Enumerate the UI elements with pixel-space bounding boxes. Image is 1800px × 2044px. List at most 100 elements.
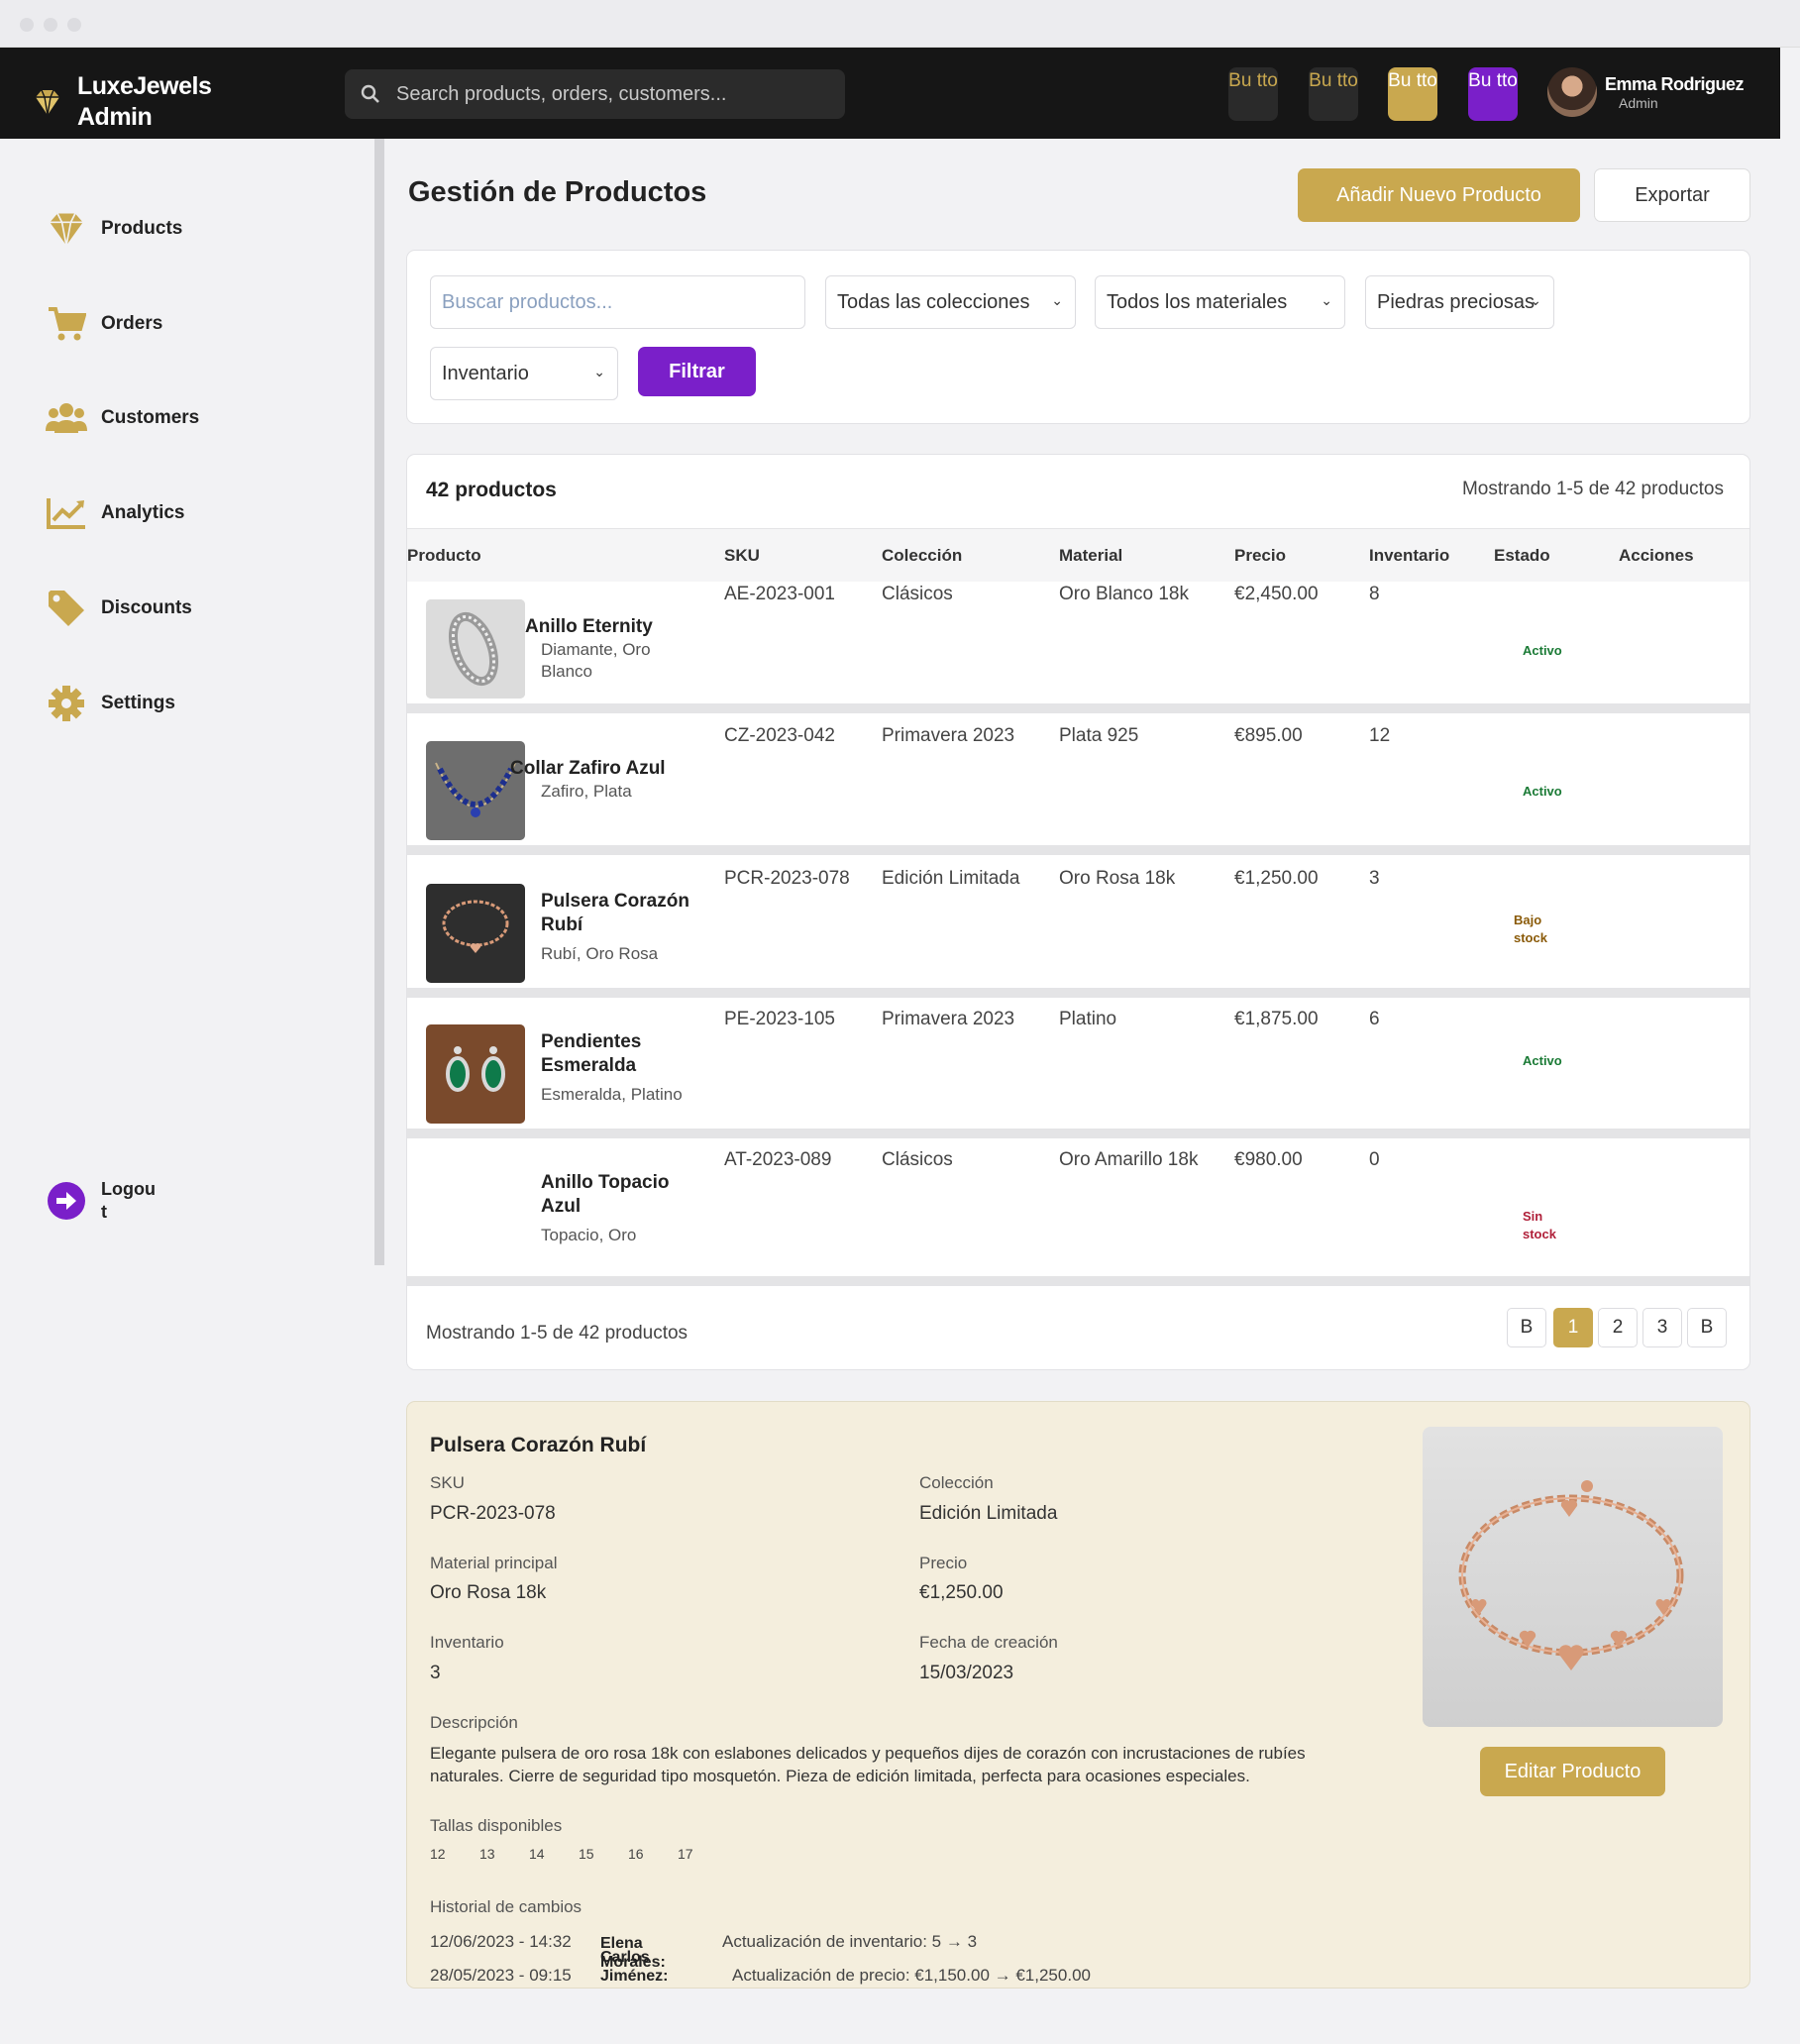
table-row[interactable]: Pendientes Esmeralda Esmeralda, Platino … xyxy=(407,1007,1749,1138)
chevron-down-icon: ⌄ xyxy=(1321,292,1332,308)
table-row[interactable]: Anillo Eternity Diamante, Oro Blanco AE-… xyxy=(407,582,1749,713)
product-material: Plata 925 xyxy=(1059,725,1139,746)
collection-select[interactable]: Todas las colecciones ⌄ xyxy=(825,275,1076,329)
product-name: Anillo Topacio Azul xyxy=(541,1172,670,1217)
detail-collection: Edición Limitada xyxy=(919,1503,1058,1524)
logout-icon xyxy=(46,1180,87,1222)
sidebar-item-products[interactable]: Products xyxy=(46,208,182,250)
sidebar-item-discounts[interactable]: Discounts xyxy=(46,588,192,629)
size-list: 12 13 14 15 16 17 xyxy=(430,1846,727,1862)
user-name: Emma Rodriguez xyxy=(1605,73,1745,94)
product-thumbnail-ring xyxy=(426,599,525,699)
maximize-window-dot[interactable] xyxy=(67,18,81,32)
history-date: 12/06/2023 - 14:32 xyxy=(430,1932,572,1951)
product-sku: AE-2023-001 xyxy=(724,584,835,604)
header-inventario[interactable]: Inventario xyxy=(1369,546,1449,566)
pagination-prev[interactable]: B xyxy=(1507,1308,1546,1347)
global-search[interactable] xyxy=(345,69,845,119)
size-option[interactable]: 14 xyxy=(529,1846,579,1862)
minimize-window-dot[interactable] xyxy=(44,18,57,32)
pagination-page-1[interactable]: 1 xyxy=(1553,1308,1593,1347)
product-price: €895.00 xyxy=(1234,725,1303,746)
size-option[interactable]: 12 xyxy=(430,1846,479,1862)
detail-price: €1,250.00 xyxy=(919,1582,1004,1603)
sidebar-item-analytics[interactable]: Analytics xyxy=(46,492,184,534)
table-row[interactable]: Anillo Topacio Azul Topacio, Oro AT-2023… xyxy=(407,1147,1749,1286)
detail-material: Oro Rosa 18k xyxy=(430,1582,547,1603)
close-window-dot[interactable] xyxy=(20,18,34,32)
product-inventory: 3 xyxy=(1369,868,1380,889)
product-search-input[interactable]: Buscar productos... xyxy=(430,275,805,329)
filters-panel: Buscar productos... Todas las coleccione… xyxy=(406,250,1750,424)
pagination-next[interactable]: B xyxy=(1687,1308,1727,1347)
detail-collection-label: Colección xyxy=(919,1473,994,1492)
chevron-down-icon: ⌄ xyxy=(593,364,605,379)
product-collection: Primavera 2023 xyxy=(882,725,1015,746)
product-price: €980.00 xyxy=(1234,1149,1303,1170)
table-row[interactable]: Collar Zafiro Azul Zafiro, Plata CZ-2023… xyxy=(407,723,1749,855)
table-row[interactable]: Pulsera Corazón Rubí Rubí, Oro Rosa PCR-… xyxy=(407,866,1749,998)
sidebar-item-settings[interactable]: Settings xyxy=(46,683,175,724)
product-material: Platino xyxy=(1059,1009,1117,1029)
inventory-select[interactable]: Inventario ⌄ xyxy=(430,347,618,400)
sidebar-item-customers[interactable]: Customers xyxy=(46,397,199,439)
sidebar-scrollbar[interactable] xyxy=(374,139,384,1265)
header-material[interactable]: Material xyxy=(1059,546,1122,566)
status-badge: Bajo stock xyxy=(1514,913,1547,945)
size-option[interactable]: 17 xyxy=(678,1846,727,1862)
header-producto[interactable]: Producto xyxy=(407,546,481,566)
toolbar-button-1[interactable]: Bu tto xyxy=(1228,67,1278,121)
product-price: €1,250.00 xyxy=(1234,868,1319,889)
sidebar-item-orders[interactable]: Orders xyxy=(46,303,162,345)
brand-logo[interactable]: LuxeJewels Admin xyxy=(30,71,216,133)
product-collection: Clásicos xyxy=(882,1149,953,1170)
size-option[interactable]: 16 xyxy=(628,1846,678,1862)
header-coleccion[interactable]: Colección xyxy=(882,546,962,566)
page-title: Gestión de Productos xyxy=(408,176,707,208)
collection-select-value: Todas las colecciones xyxy=(837,290,1030,313)
add-product-button[interactable]: Añadir Nuevo Producto xyxy=(1298,168,1580,222)
detail-inventory-label: Inventario xyxy=(430,1633,504,1652)
toolbar-button-4[interactable]: Bu tto xyxy=(1468,67,1518,121)
pagination-page-3[interactable]: 3 xyxy=(1642,1308,1682,1347)
material-select[interactable]: Todos los materiales ⌄ xyxy=(1095,275,1345,329)
product-name: Anillo Eternity xyxy=(525,616,653,637)
size-option[interactable]: 13 xyxy=(479,1846,529,1862)
size-option[interactable]: 15 xyxy=(579,1846,628,1862)
header-precio[interactable]: Precio xyxy=(1234,546,1286,566)
header-estado[interactable]: Estado xyxy=(1494,546,1550,566)
product-materials: Rubí, Oro Rosa xyxy=(541,944,659,963)
product-inventory: 12 xyxy=(1369,725,1391,746)
table-header: Producto SKU Colección Material Precio I… xyxy=(407,528,1749,582)
product-material: Oro Rosa 18k xyxy=(1059,868,1176,889)
detail-created-label: Fecha de creación xyxy=(919,1633,1058,1652)
product-sku: PE-2023-105 xyxy=(724,1009,835,1029)
export-button[interactable]: Exportar xyxy=(1594,168,1750,222)
filter-button[interactable]: Filtrar xyxy=(638,347,756,396)
diamond-icon xyxy=(36,89,59,116)
global-search-input[interactable] xyxy=(396,82,812,106)
toolbar-button-3[interactable]: Bu tto xyxy=(1388,67,1437,121)
cart-icon xyxy=(46,303,87,345)
window-controls xyxy=(20,18,81,32)
edit-product-button[interactable]: Editar Producto xyxy=(1480,1747,1665,1796)
logout-button[interactable]: Logout xyxy=(46,1178,160,1224)
stones-select[interactable]: Piedras preciosas ⌄ xyxy=(1365,275,1554,329)
product-thumbnail-bracelet xyxy=(426,884,525,983)
logout-label: Logout xyxy=(101,1179,156,1222)
detail-description: Elegante pulsera de oro rosa 18k con esl… xyxy=(430,1744,1306,1785)
gear-icon xyxy=(46,683,87,724)
toolbar-button-2[interactable]: Bu tto xyxy=(1309,67,1358,121)
product-thumbnail-earrings xyxy=(426,1024,525,1124)
product-detail-panel: Pulsera Corazón Rubí SKU PCR-2023-078 Co… xyxy=(406,1401,1750,1989)
pagination-page-2[interactable]: 2 xyxy=(1598,1308,1638,1347)
user-menu[interactable]: Emma Rodriguez Admin xyxy=(1547,67,1745,117)
search-icon xyxy=(361,84,379,103)
header-sku[interactable]: SKU xyxy=(724,546,760,566)
chevron-down-icon: ⌄ xyxy=(1051,292,1063,308)
detail-sku: PCR-2023-078 xyxy=(430,1503,556,1524)
stones-select-value: Piedras preciosas xyxy=(1377,290,1535,313)
product-name: Collar Zafiro Azul xyxy=(510,758,666,779)
detail-history-label: Historial de cambios xyxy=(430,1897,582,1916)
detail-product-image xyxy=(1423,1427,1723,1727)
